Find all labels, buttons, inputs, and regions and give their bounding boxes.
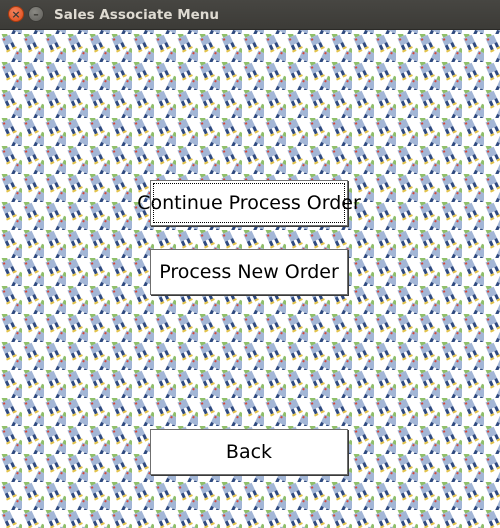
app-window: × – Sales Associate Menu Continue Proces… (0, 0, 500, 528)
window-title: Sales Associate Menu (54, 7, 220, 23)
menu-panel: Continue Process Order Process New Order… (0, 30, 500, 528)
process-new-order-button[interactable]: Process New Order (150, 249, 348, 295)
close-icon[interactable]: × (8, 6, 24, 22)
minimize-icon[interactable]: – (28, 6, 44, 22)
back-button[interactable]: Back (150, 429, 348, 475)
title-bar[interactable]: × – Sales Associate Menu (0, 0, 500, 30)
continue-process-order-button[interactable]: Continue Process Order (137, 180, 361, 226)
